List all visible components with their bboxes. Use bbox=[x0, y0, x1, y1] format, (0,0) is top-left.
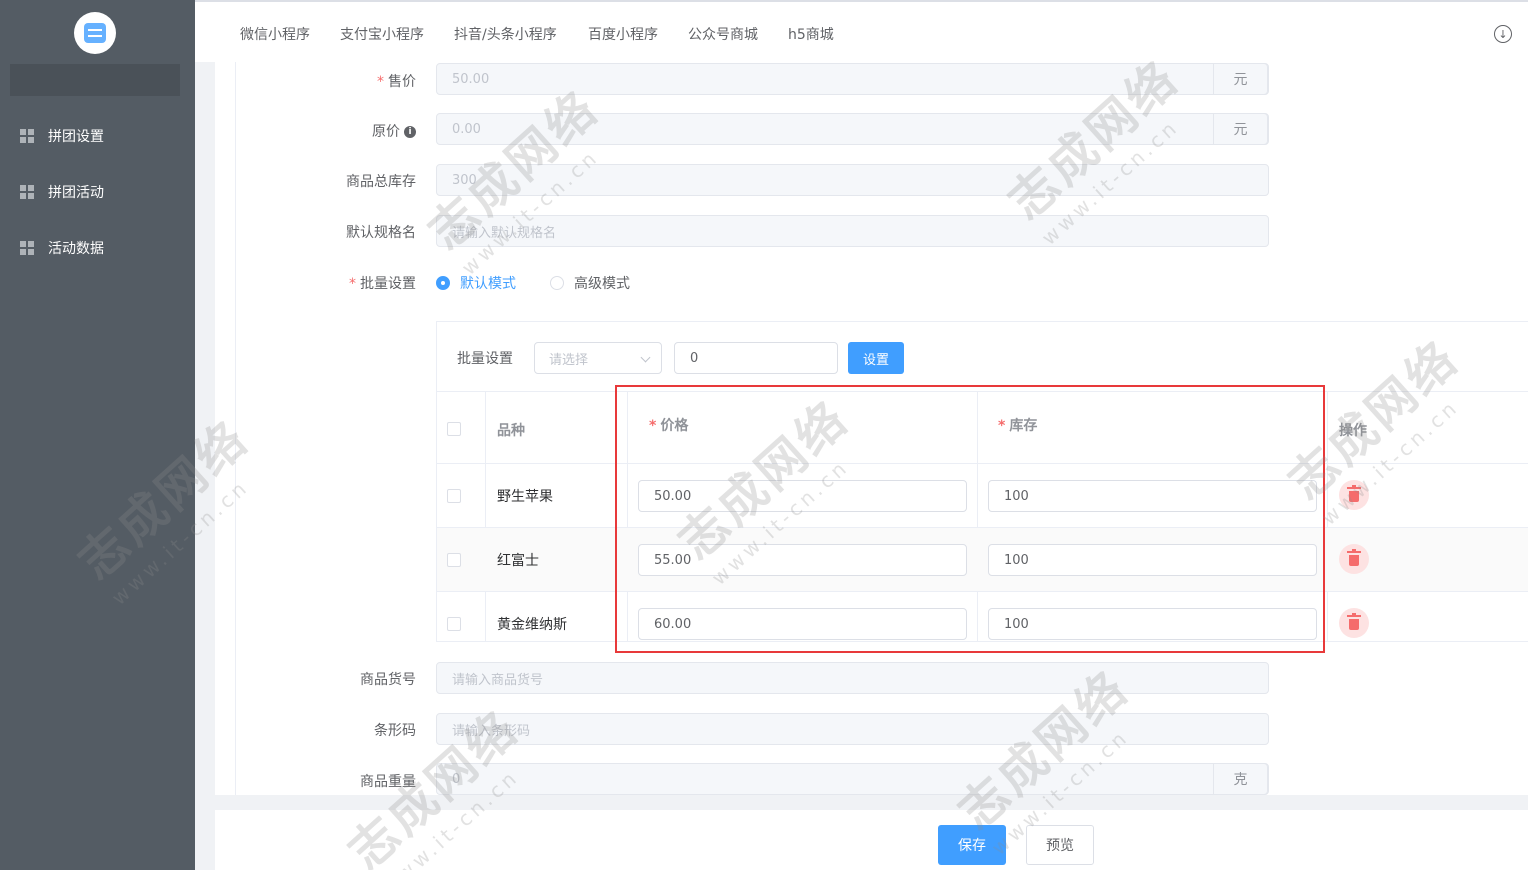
default-spec-input[interactable]: 请输入默认规格名 bbox=[436, 215, 1269, 247]
row-checkbox[interactable] bbox=[447, 553, 461, 567]
original-price-label: 原价 i bbox=[256, 121, 416, 141]
table-row: 红富士 55.00 100 bbox=[437, 527, 1528, 591]
batch-mode-label: * 批量设置 bbox=[349, 276, 416, 292]
save-button[interactable]: 保存 bbox=[938, 825, 1006, 865]
store-icon bbox=[84, 23, 106, 43]
select-all-checkbox[interactable] bbox=[447, 422, 461, 436]
sidebar-item-group-activities[interactable]: 拼团活动 bbox=[0, 172, 195, 212]
price-cell-input[interactable]: 50.00 bbox=[638, 480, 967, 512]
tab-h5[interactable]: h5商城 bbox=[788, 24, 834, 44]
table-row: 野生苹果 50.00 100 bbox=[437, 463, 1528, 527]
default-spec-placeholder: 请输入默认规格名 bbox=[452, 225, 557, 241]
grid-icon bbox=[20, 241, 34, 255]
tab-baidu[interactable]: 百度小程序 bbox=[588, 24, 658, 44]
grid-icon bbox=[20, 185, 34, 199]
sidebar-item-label: 拼团设置 bbox=[48, 129, 104, 145]
product-form: * 售价 50.00 元 原价 i 0.00 元 商品总库存 300 默认规格名 请… bbox=[215, 62, 1528, 795]
price-value: 50.00 bbox=[452, 71, 490, 87]
sidebar-item-group-settings[interactable]: 拼团设置 bbox=[0, 116, 195, 156]
barcode-label: 条形码 bbox=[374, 723, 416, 739]
batch-field-select[interactable]: 请选择 bbox=[534, 342, 662, 374]
price-unit: 元 bbox=[1213, 63, 1268, 95]
weight-unit: 克 bbox=[1213, 763, 1268, 795]
original-price-input[interactable]: 0.00 元 bbox=[436, 113, 1269, 145]
price-label: * 售价 bbox=[377, 74, 416, 90]
stock-cell-input[interactable]: 100 bbox=[988, 480, 1317, 512]
table-header-row: 品种 * 价格 * 库存 操作 bbox=[437, 392, 1528, 463]
logo bbox=[74, 12, 116, 54]
original-price-value: 0.00 bbox=[452, 121, 481, 137]
batch-set-button[interactable]: 设置 bbox=[848, 342, 904, 374]
batch-table: 批量设置 请选择 0 设置 品种 *价格 *库存 操作 野生苹果 50.00 bbox=[436, 321, 1528, 642]
total-stock-input[interactable]: 300 bbox=[436, 164, 1269, 196]
delete-button[interactable] bbox=[1339, 480, 1369, 510]
weight-input[interactable]: 0 克 bbox=[436, 763, 1269, 795]
row-checkbox[interactable] bbox=[447, 489, 461, 503]
delete-button[interactable] bbox=[1339, 544, 1369, 574]
sku-code-label: 商品货号 bbox=[360, 672, 416, 688]
price-input[interactable]: 50.00 元 bbox=[436, 63, 1269, 95]
batch-value-input[interactable]: 0 bbox=[674, 342, 838, 374]
tab-official-account[interactable]: 公众号商城 bbox=[688, 24, 758, 44]
tab-alipay[interactable]: 支付宝小程序 bbox=[340, 24, 424, 44]
col-action: 操作 bbox=[1339, 423, 1367, 439]
delete-button[interactable] bbox=[1339, 608, 1369, 638]
row-checkbox[interactable] bbox=[447, 617, 461, 631]
download-icon[interactable]: ↓ bbox=[1494, 25, 1512, 43]
table-row: 黄金维纳斯 60.00 100 bbox=[437, 591, 1528, 643]
sku-code-input[interactable]: 请输入商品货号 bbox=[436, 662, 1269, 694]
trash-icon bbox=[1347, 549, 1361, 566]
variety-name: 野生苹果 bbox=[497, 489, 553, 505]
tab-douyin[interactable]: 抖音/头条小程序 bbox=[454, 24, 557, 44]
batch-setting-label: 批量设置 bbox=[457, 351, 513, 367]
variety-name: 黄金维纳斯 bbox=[497, 617, 567, 633]
barcode-input[interactable]: 请输入条形码 bbox=[436, 713, 1269, 745]
shop-name-box bbox=[10, 64, 180, 96]
col-variety: 品种 bbox=[497, 423, 525, 439]
top-nav: 微信小程序 支付宝小程序 抖音/头条小程序 百度小程序 公众号商城 h5商城 ↓ bbox=[195, 0, 1528, 62]
original-price-unit: 元 bbox=[1213, 113, 1268, 145]
radio-checked-icon bbox=[436, 276, 450, 290]
price-cell-input[interactable]: 55.00 bbox=[638, 544, 967, 576]
price-cell-input[interactable]: 60.00 bbox=[638, 608, 967, 640]
sidebar: 拼团设置 拼团活动 活动数据 bbox=[0, 0, 195, 870]
batch-toolbar: 批量设置 请选择 0 设置 bbox=[437, 322, 1528, 392]
col-price: * 价格 bbox=[649, 418, 689, 434]
preview-button[interactable]: 预览 bbox=[1026, 825, 1094, 865]
grid-icon bbox=[20, 129, 34, 143]
tab-wechat[interactable]: 微信小程序 bbox=[240, 24, 310, 44]
trash-icon bbox=[1347, 485, 1361, 502]
default-spec-label: 默认规格名 bbox=[346, 225, 416, 241]
col-stock: * 库存 bbox=[998, 418, 1038, 434]
sidebar-item-label: 拼团活动 bbox=[48, 185, 104, 201]
sidebar-item-label: 活动数据 bbox=[48, 241, 104, 257]
variety-name: 红富士 bbox=[497, 553, 539, 569]
chevron-down-icon bbox=[640, 352, 651, 363]
radio-advanced-mode[interactable]: 高级模式 bbox=[550, 273, 630, 293]
sidebar-item-activity-data[interactable]: 活动数据 bbox=[0, 228, 195, 268]
footer-bar: 保存 预览 bbox=[215, 810, 1528, 870]
info-icon[interactable]: i bbox=[404, 126, 416, 138]
stock-cell-input[interactable]: 100 bbox=[988, 544, 1317, 576]
divider bbox=[235, 62, 236, 795]
radio-unchecked-icon bbox=[550, 276, 564, 290]
trash-icon bbox=[1347, 613, 1361, 630]
stock-cell-input[interactable]: 100 bbox=[988, 608, 1317, 640]
total-stock-value: 300 bbox=[452, 172, 477, 188]
weight-label: 商品重量 bbox=[360, 774, 416, 790]
radio-default-mode[interactable]: 默认模式 bbox=[436, 273, 516, 293]
total-stock-label: 商品总库存 bbox=[346, 174, 416, 190]
